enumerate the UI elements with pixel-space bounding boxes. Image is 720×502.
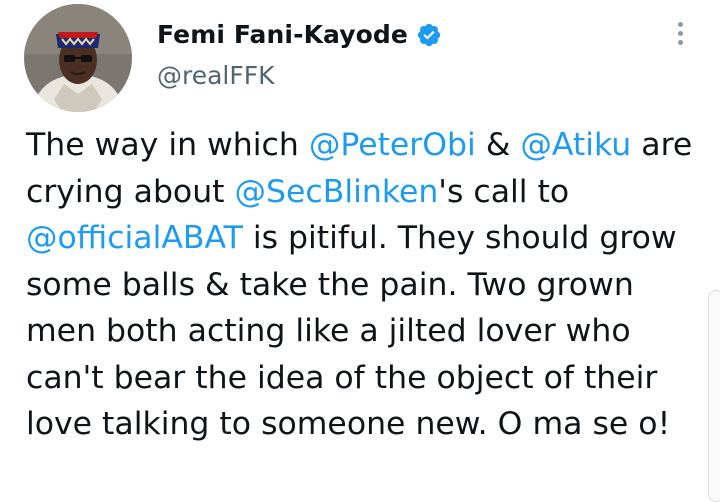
verified-badge-icon (416, 22, 442, 48)
mention-link[interactable]: @Atiku (520, 127, 631, 163)
mention-link[interactable]: @PeterObi (309, 127, 476, 163)
author-name[interactable]: Femi Fani-Kayode (157, 20, 408, 49)
tweet-text: The way in which @PeterObi & @Atiku are … (26, 122, 706, 448)
tweet-text-segment: & (475, 127, 521, 163)
mention-link[interactable]: @SecBlinken (235, 174, 439, 210)
mention-link[interactable]: @officialABAT (26, 220, 243, 256)
author-name-row[interactable]: Femi Fani-Kayode (157, 20, 442, 49)
more-vertical-icon[interactable] (670, 22, 690, 52)
tweet-text-segment: The way in which (26, 127, 309, 163)
tweet-text-segment: 's call to (438, 173, 570, 210)
scrollbar[interactable] (708, 290, 720, 502)
author-handle[interactable]: @realFFK (157, 61, 275, 90)
avatar[interactable] (24, 4, 132, 112)
